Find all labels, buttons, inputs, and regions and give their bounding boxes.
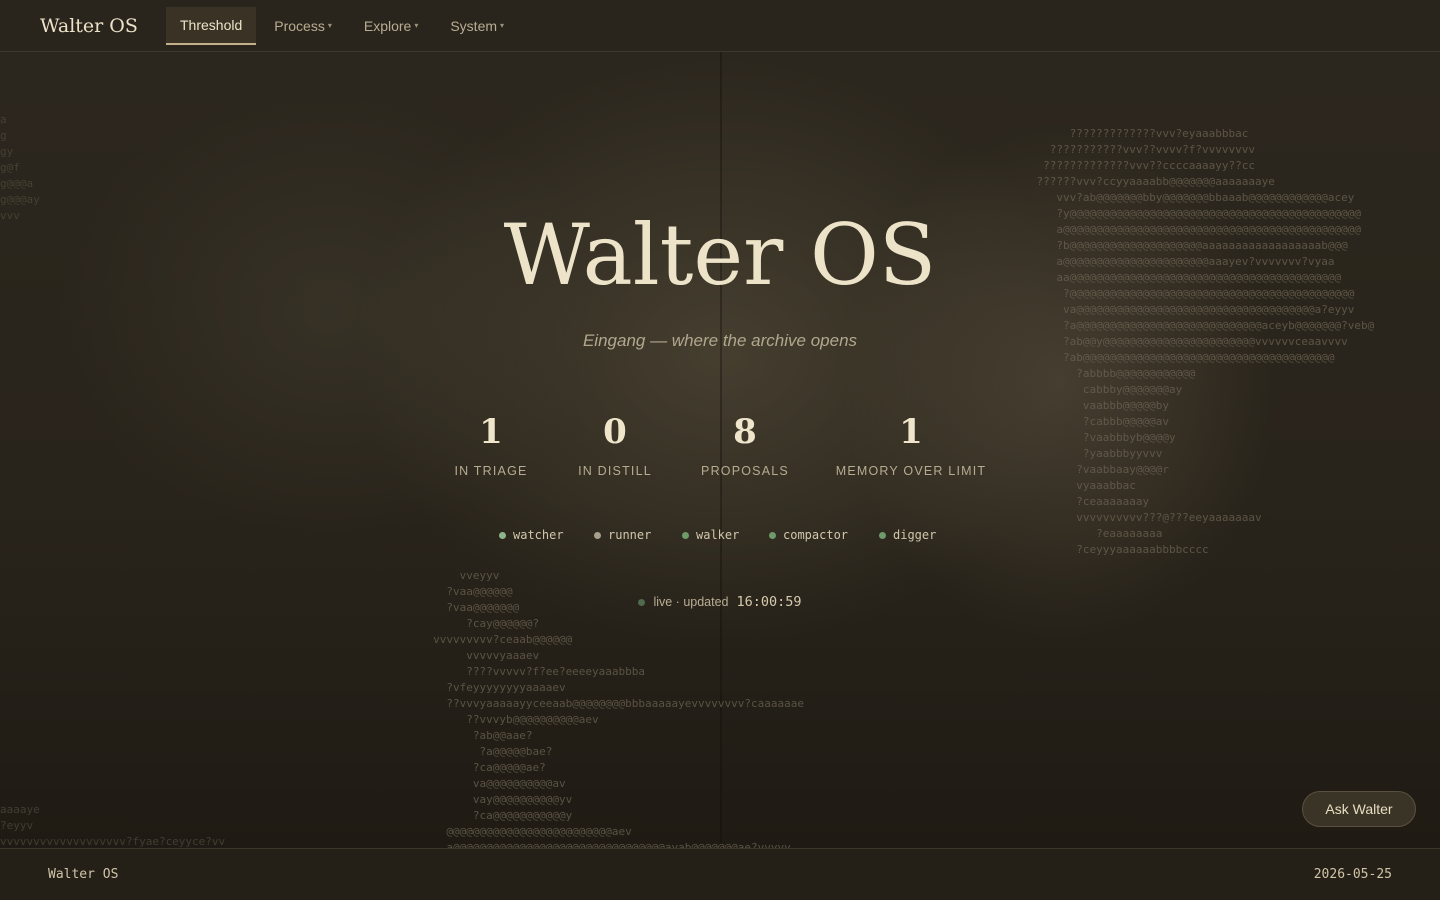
last-updated-time: 16:00:59 xyxy=(736,594,802,610)
stat-label: PROPOSALS xyxy=(701,464,789,478)
ascii-texture-center: vveyyv ?vaa@@@@@@ ?vaa@@@@@@@ ?cay@@@@@@… xyxy=(433,569,804,848)
footer-date: 2026-05-25 xyxy=(1313,867,1392,882)
top-navigation-bar: Walter OS Threshold Process ▾ Explore ▾ … xyxy=(0,0,1440,52)
stat-label: MEMORY OVER LIMIT xyxy=(835,464,987,478)
status-dot-icon xyxy=(594,531,601,539)
chevron-down-icon: ▾ xyxy=(327,21,332,30)
agent-label: runner xyxy=(608,528,652,542)
stat-value: 1 xyxy=(899,412,923,452)
nav-item-label: Process xyxy=(274,17,325,34)
live-dot-icon xyxy=(638,598,646,606)
nav-item-process[interactable]: Process ▾ xyxy=(260,0,346,52)
agent-digger[interactable]: digger xyxy=(879,528,936,542)
status-dot-icon xyxy=(769,531,776,539)
nav-item-explore[interactable]: Explore ▾ xyxy=(350,0,432,52)
ask-walter-button[interactable]: Ask Walter xyxy=(1302,791,1416,827)
footer-brand: Walter OS xyxy=(48,867,119,882)
agent-walker[interactable]: walker xyxy=(682,528,739,542)
agent-label: walker xyxy=(696,528,740,542)
agent-label: digger xyxy=(893,528,937,542)
nav-item-label: Threshold xyxy=(180,16,243,33)
footer-bar: Walter OS 2026-05-25 xyxy=(0,848,1440,900)
status-dot-icon xyxy=(879,531,886,539)
agent-runner[interactable]: runner xyxy=(594,528,651,542)
agent-label: watcher xyxy=(513,528,564,542)
brand-logo[interactable]: Walter OS xyxy=(40,15,166,37)
status-dot-icon xyxy=(682,531,689,539)
nav-item-label: System xyxy=(450,17,498,34)
hero-title: Walter OS xyxy=(503,206,937,304)
nav-item-system[interactable]: System ▾ xyxy=(436,0,518,52)
chevron-down-icon: ▾ xyxy=(414,21,419,30)
hero-tagline: Eingang — where the archive opens xyxy=(582,331,858,350)
agent-status-row: watcher runner walker compactor digger xyxy=(0,528,1440,548)
live-label: live · updated xyxy=(653,595,729,609)
nav-item-threshold[interactable]: Threshold xyxy=(166,6,257,45)
stats-row: 1 IN TRIAGE 0 IN DISTILL 8 PROPOSALS 1 M… xyxy=(0,410,1440,490)
main-nav: Threshold Process ▾ Explore ▾ System ▾ xyxy=(166,0,522,52)
status-dot-icon xyxy=(499,531,506,539)
stat-proposals[interactable]: 8 PROPOSALS xyxy=(655,410,835,478)
live-status: live · updated 16:00:59 xyxy=(0,594,1440,610)
agent-compactor[interactable]: compactor xyxy=(769,528,848,542)
nav-item-label: Explore xyxy=(363,17,412,34)
agent-label: compactor xyxy=(783,528,849,542)
stat-value: 8 xyxy=(733,412,757,452)
stat-memory-over-limit[interactable]: 1 MEMORY OVER LIMIT xyxy=(821,410,1001,478)
ascii-texture-bottom-left: aaaaye ?eyyv vvvvvvvvvvvvvvvvvvv?fyae?ce… xyxy=(0,803,226,848)
agent-watcher[interactable]: watcher xyxy=(499,528,564,542)
chevron-down-icon: ▾ xyxy=(500,21,505,30)
